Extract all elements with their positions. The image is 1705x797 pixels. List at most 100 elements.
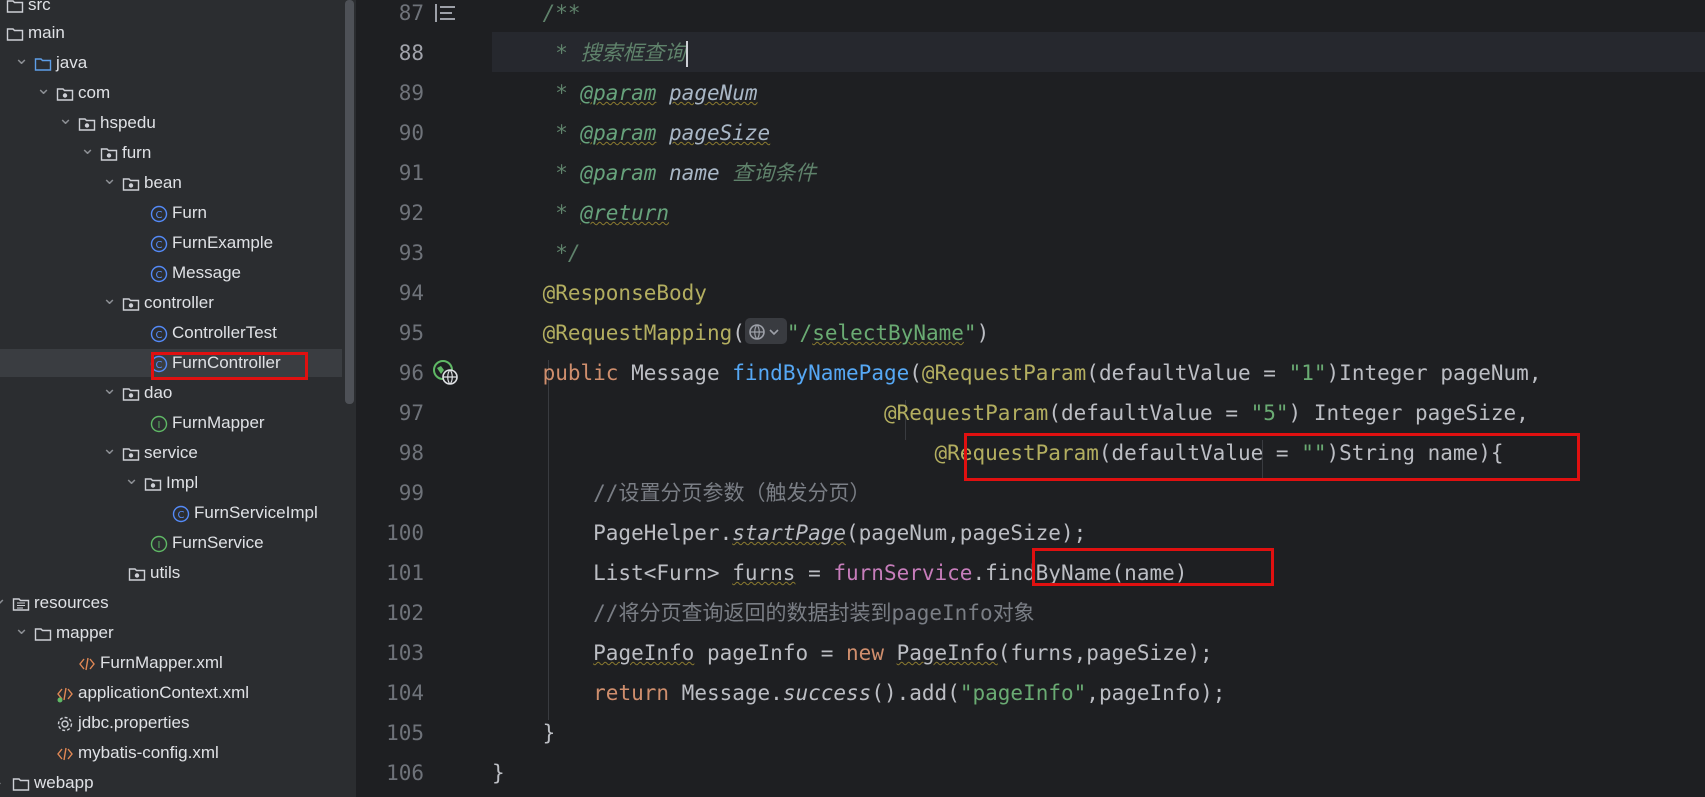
code-line[interactable]: * 搜索框查询 (492, 33, 1702, 73)
tree-item-impl[interactable]: ⌄ Impl (0, 469, 356, 497)
line-number[interactable]: 92 (356, 193, 424, 233)
code-line[interactable]: * @return (492, 193, 1702, 233)
code-line[interactable]: */ (492, 233, 1702, 273)
code-token: * (555, 201, 581, 225)
tree-item-applicationcontext-xml[interactable]: applicationContext.xml (0, 679, 356, 707)
tree-item-hspedu[interactable]: ⌄ hspedu (0, 109, 356, 137)
web-endpoint-gutter-icon[interactable] (432, 358, 460, 386)
line-number[interactable]: 103 (356, 633, 424, 673)
tree-item-main[interactable]: main (0, 19, 356, 47)
line-number[interactable]: 100 (356, 513, 424, 553)
tree-item-controllertest[interactable]: C ControllerTest (0, 319, 356, 347)
chevron-down-icon[interactable]: ⌄ (80, 139, 95, 167)
line-number[interactable]: 91 (356, 153, 424, 193)
tree-item-bean[interactable]: ⌄ bean (0, 169, 356, 197)
code-line[interactable]: } (492, 753, 1702, 793)
code-editor[interactable]: 87 88 89 90 91 92 93 94 95 96 97 98 99 100 101 102 103 10… (356, 0, 1705, 797)
code-token: @RequestParam (883, 401, 1049, 425)
line-number[interactable]: 101 (356, 553, 424, 593)
code-token: pageSize (669, 121, 771, 145)
code-token: @param (580, 121, 657, 145)
code-token: //将分页查询返回的数据封装到pageInfo对象 (593, 601, 1035, 625)
line-number[interactable]: 95 (356, 313, 424, 353)
code-line[interactable]: } (492, 713, 1702, 753)
code-line[interactable]: public Message findByNamePage(@RequestPa… (492, 353, 1702, 393)
tree-item-message[interactable]: C Message (0, 259, 356, 287)
chevron-down-icon[interactable]: ⌄ (36, 79, 51, 107)
line-number[interactable]: 90 (356, 113, 424, 153)
code-line[interactable]: return Message.success().add("pageInfo",… (492, 673, 1702, 713)
line-number[interactable]: 104 (356, 673, 424, 713)
chevron-down-icon[interactable]: ⌄ (14, 49, 29, 77)
code-line[interactable]: * @param name 查询条件 (492, 153, 1702, 193)
tree-item-furnmapper[interactable]: I FurnMapper (0, 409, 356, 437)
line-number[interactable]: 102 (356, 593, 424, 633)
tree-item-dao[interactable]: ⌄ dao (0, 379, 356, 407)
inlay-hint-icon[interactable] (744, 318, 787, 344)
tree-item-com[interactable]: ⌄ com (0, 79, 356, 107)
code-line[interactable]: @RequestMapping("/selectByName") (492, 313, 1702, 353)
tree-item-label: dao (144, 383, 173, 402)
code-line[interactable]: PageHelper.startPage(pageNum,pageSize); (492, 513, 1702, 553)
tree-item-service[interactable]: ⌄ service (0, 439, 356, 467)
line-number[interactable]: 87 (356, 0, 424, 33)
code-line[interactable]: /** (492, 0, 1702, 33)
code-line[interactable]: //将分页查询返回的数据封装到pageInfo对象 (492, 593, 1702, 633)
line-number[interactable]: 105 (356, 713, 424, 753)
chevron-down-icon[interactable]: ⌄ (102, 169, 117, 197)
line-number[interactable]: 94 (356, 273, 424, 313)
chevron-down-icon[interactable]: ⌄ (58, 109, 73, 137)
tree-item-jdbc-properties[interactable]: jdbc.properties (0, 709, 356, 737)
line-number[interactable]: 99 (356, 473, 424, 513)
gear-icon (56, 714, 74, 732)
chevron-right-icon[interactable]: › (0, 769, 6, 797)
tree-item-java[interactable]: ⌄ java (0, 49, 356, 77)
line-number[interactable]: 89 (356, 73, 424, 113)
tree-item-label: hspedu (100, 113, 156, 132)
code-line[interactable]: @RequestParam(defaultValue = "5") Intege… (492, 393, 1702, 433)
tree-item-furnexample[interactable]: C FurnExample (0, 229, 356, 257)
chevron-down-icon[interactable]: ⌄ (124, 469, 139, 497)
chevron-down-icon[interactable]: ⌄ (102, 379, 117, 407)
line-number[interactable]: 106 (356, 753, 424, 793)
doc-comment-render-icon[interactable] (434, 3, 456, 23)
code-line[interactable]: * @param pageNum (492, 73, 1702, 113)
tree-item-furn[interactable]: C Furn (0, 199, 356, 227)
tree-item-furnserviceimpl[interactable]: C FurnServiceImpl (0, 499, 356, 527)
tree-item-label: bean (144, 173, 182, 192)
tree-item-label: resources (34, 593, 109, 612)
tree-item-furn[interactable]: ⌄ furn (0, 139, 356, 167)
tree-item-furnmapper-xml[interactable]: FurnMapper.xml (0, 649, 356, 677)
tree-item-mybatis-config-xml[interactable]: mybatis-config.xml (0, 739, 356, 767)
tree-item-furnservice[interactable]: I FurnService (0, 529, 356, 557)
line-number[interactable]: 93 (356, 233, 424, 273)
tree-item-utils[interactable]: utils (0, 559, 356, 587)
code-token: findByNamePage (732, 361, 910, 385)
tree-item-mapper[interactable]: ⌄ mapper (0, 619, 356, 647)
chevron-down-icon[interactable]: ⌄ (102, 439, 117, 467)
chevron-down-icon[interactable]: ⌄ (0, 589, 7, 617)
tree-item-controller[interactable]: ⌄ controller (0, 289, 356, 317)
chevron-down-icon[interactable]: ⌄ (102, 289, 117, 317)
tree-item-src[interactable]: ⌄src (0, 0, 356, 19)
line-number[interactable]: 97 (356, 393, 424, 433)
code-token: )Integer pageNum, (1326, 361, 1542, 385)
code-line[interactable]: PageInfo pageInfo = new PageInfo(furns,p… (492, 633, 1702, 673)
code-token: (furns,pageSize); (997, 641, 1213, 665)
code-token: List<Furn> (492, 561, 733, 585)
source-folder-icon (34, 54, 52, 72)
code-line[interactable]: @ResponseBody (492, 273, 1702, 313)
chevron-down-icon[interactable]: ⌄ (14, 619, 29, 647)
tree-item-webapp[interactable]: › webapp (0, 769, 356, 797)
line-number[interactable]: 96 (356, 353, 424, 393)
code-line[interactable]: * @param pageSize (492, 113, 1702, 153)
xml-spring-icon (56, 684, 74, 703)
tree-item-resources[interactable]: ⌄ resources (0, 589, 356, 617)
package-icon (100, 144, 118, 162)
line-number[interactable]: 88 (356, 33, 424, 73)
line-number[interactable]: 98 (356, 433, 424, 473)
